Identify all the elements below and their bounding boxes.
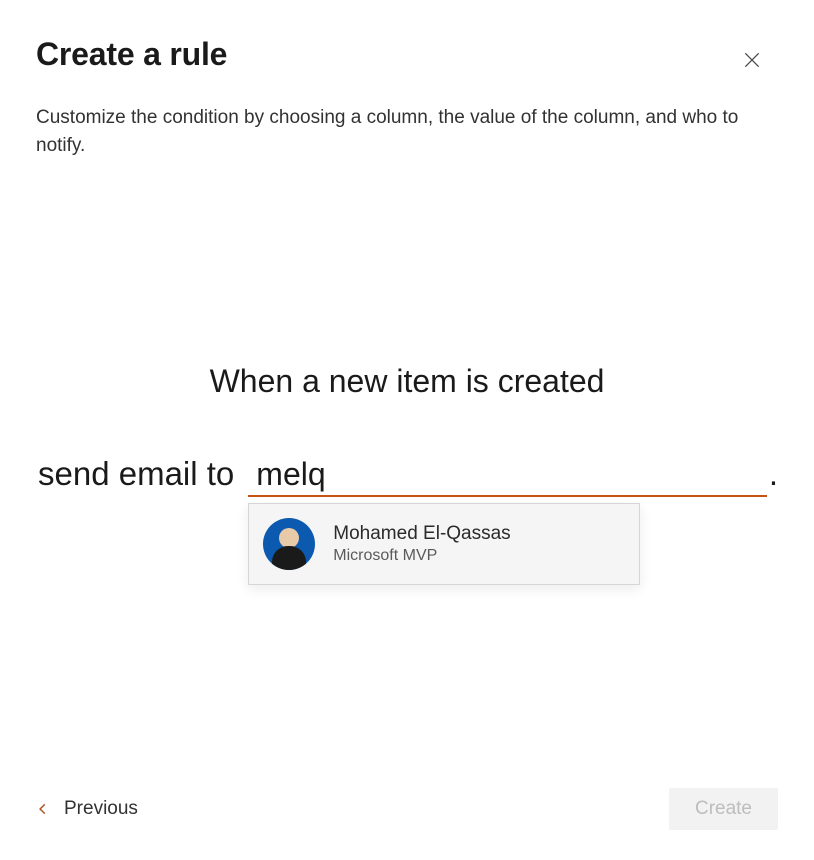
person-info: Mohamed El-Qassas Microsoft MVP [333, 523, 510, 565]
chevron-left-icon [36, 802, 50, 816]
rule-action-line: send email to Mohamed El-Qassas Microsof… [36, 455, 778, 497]
dialog-description: Customize the condition by choosing a co… [36, 104, 756, 159]
rule-builder-area: When a new item is created send email to… [36, 159, 778, 770]
previous-button-label: Previous [64, 798, 138, 820]
person-name: Mohamed El-Qassas [333, 523, 510, 545]
action-prefix-text: send email to [38, 455, 234, 493]
recipient-input[interactable] [248, 456, 767, 497]
previous-button[interactable]: Previous [36, 792, 138, 826]
people-suggestion-dropdown: Mohamed El-Qassas Microsoft MVP [248, 503, 640, 585]
avatar [263, 518, 315, 570]
rule-condition-text: When a new item is created [36, 363, 778, 400]
person-subtitle: Microsoft MVP [333, 547, 510, 565]
people-suggestion-item[interactable]: Mohamed El-Qassas Microsoft MVP [249, 504, 639, 584]
close-button[interactable] [736, 44, 768, 76]
dialog-footer: Previous Create [36, 770, 778, 830]
sentence-period: . [769, 455, 778, 493]
close-icon [742, 50, 762, 70]
recipient-input-wrapper: Mohamed El-Qassas Microsoft MVP [248, 456, 767, 497]
dialog-header: Create a rule [36, 36, 778, 76]
create-rule-dialog: Create a rule Customize the condition by… [0, 0, 814, 860]
dialog-title: Create a rule [36, 36, 227, 73]
create-button[interactable]: Create [669, 788, 778, 830]
